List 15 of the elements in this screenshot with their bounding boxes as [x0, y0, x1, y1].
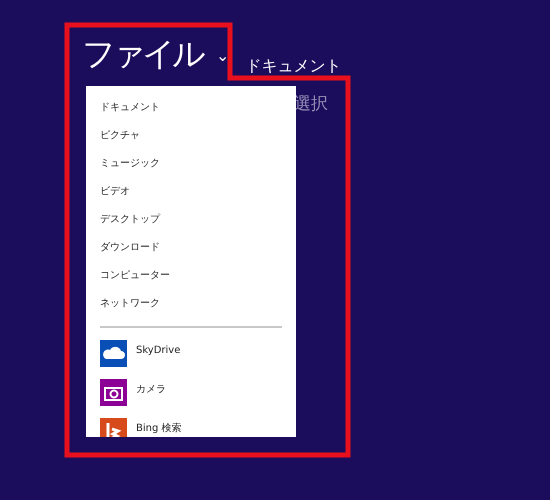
menu-item[interactable]: ピクチャ: [86, 124, 296, 152]
menu-item[interactable]: ドキュメント: [86, 96, 296, 124]
menu-item[interactable]: ビデオ: [86, 180, 296, 208]
menu-item[interactable]: カメラ: [136, 384, 166, 396]
chevron-icon[interactable]: ⌄: [216, 44, 230, 68]
menu-item[interactable]: コンピューター: [86, 264, 296, 292]
menu-item[interactable]: ネットワーク: [86, 292, 296, 320]
menu-item[interactable]: Bing 検索: [136, 423, 182, 435]
location-label: ドキュメント: [245, 56, 342, 76]
page-title[interactable]: ファイル: [82, 32, 208, 76]
menu-item[interactable]: SkyDrive: [136, 345, 180, 357]
select-label[interactable]: 選択: [294, 92, 328, 115]
menu-item[interactable]: デスクトップ: [86, 208, 296, 236]
menu-item[interactable]: ミュージック: [86, 152, 296, 180]
menu-item[interactable]: ダウンロード: [86, 236, 296, 264]
